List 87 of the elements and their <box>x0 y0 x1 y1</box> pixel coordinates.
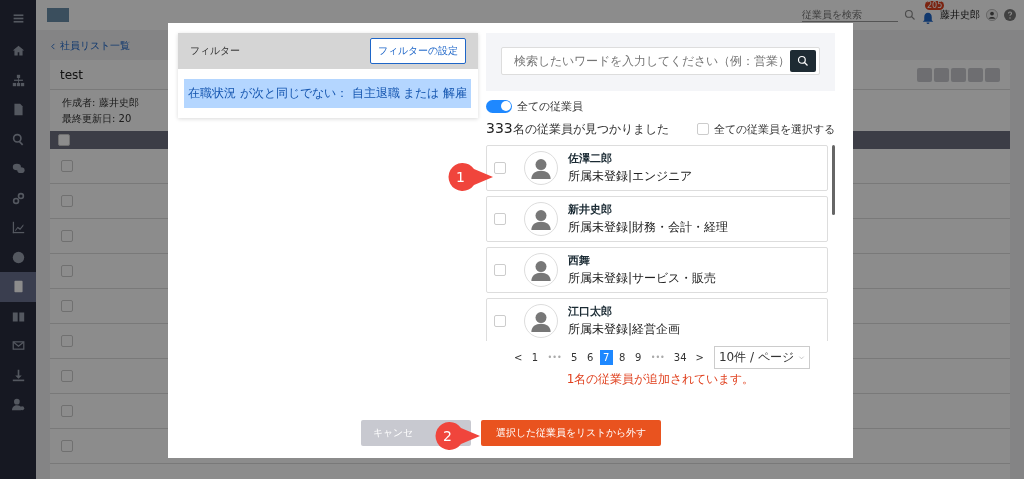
checkbox[interactable] <box>61 195 73 207</box>
page-button[interactable]: 5 <box>567 349 581 365</box>
page-button[interactable]: 1 <box>528 349 542 365</box>
envelope-icon <box>11 339 25 353</box>
scrollbar <box>832 145 835 215</box>
user-name: 藤井史郎 <box>940 8 980 22</box>
employee-card[interactable]: 西舞 所属未登録|サービス・販売 <box>486 247 828 293</box>
employee-department: 所属未登録|財務・会計・経理 <box>568 219 729 236</box>
page-size-label: 10件 / ページ <box>718 348 794 366</box>
user-gear-icon <box>11 398 25 412</box>
checkbox[interactable] <box>61 335 73 347</box>
sitemap-icon <box>11 73 25 87</box>
checkbox[interactable] <box>61 230 73 242</box>
employee-department: 所属未登録|経営企画 <box>568 321 681 338</box>
checkbox[interactable] <box>697 123 709 135</box>
toolbar-button[interactable] <box>951 67 966 82</box>
checkbox[interactable] <box>494 213 506 225</box>
chevron-left-icon[interactable] <box>50 42 57 50</box>
employee-card[interactable]: 江口太郎 所属未登録|経営企画 <box>486 298 828 341</box>
chart-icon <box>11 221 25 235</box>
search-icon <box>797 55 809 67</box>
search-icon[interactable] <box>904 9 916 21</box>
chat-icon <box>11 162 25 176</box>
search-field[interactable]: 従業員を検索 <box>802 8 898 22</box>
toggle-switch[interactable] <box>486 99 512 113</box>
toolbar-button[interactable] <box>968 67 983 82</box>
remove-selected-button[interactable]: 選択した従業員をリストから外す <box>480 420 661 446</box>
filter-title: フィルター <box>190 44 240 58</box>
checkbox[interactable] <box>494 315 506 327</box>
book-icon <box>11 309 25 323</box>
employee-card[interactable]: 佐澤二郎 所属未登録|エンジニア <box>486 145 828 191</box>
search-button[interactable] <box>790 50 816 72</box>
help-icon[interactable] <box>1004 9 1016 21</box>
previous-page-button[interactable]: < <box>511 349 526 365</box>
next-page-button[interactable]: > <box>692 349 707 365</box>
employee-department: 所属未登録|エンジニア <box>568 168 693 185</box>
page-button[interactable]: 34 <box>670 349 690 365</box>
checkbox[interactable] <box>61 160 73 172</box>
person-silhouette-icon <box>530 310 552 332</box>
filter-settings-button[interactable]: フィルターの設定 <box>370 38 466 64</box>
employee-name: 西舞 <box>568 253 591 268</box>
menu-icon[interactable] <box>11 11 25 25</box>
checkbox[interactable] <box>61 300 73 312</box>
search-icon <box>11 132 25 146</box>
download-icon <box>11 368 25 382</box>
callout-marker: 2 <box>434 421 480 451</box>
notice-text: 1名の従業員が追加されています。 <box>565 371 756 388</box>
filter-tag: 在職状況 が次と同じでない： 自主退職 または 解雇 <box>184 79 472 108</box>
caret-icon <box>797 353 805 361</box>
checkbox[interactable] <box>61 440 73 452</box>
select-all-label: 全ての従業員を選択する <box>714 121 835 137</box>
updated-text: 最終更新日: 20 <box>62 112 132 126</box>
checkbox[interactable] <box>494 264 506 276</box>
employee-name: 佐澤二郎 <box>568 151 613 166</box>
checkbox[interactable] <box>61 405 73 417</box>
result-count: 333 <box>486 120 513 136</box>
person-silhouette-icon <box>530 259 552 281</box>
toolbar-button[interactable] <box>917 67 932 82</box>
employee-name: 江口太郎 <box>568 304 613 319</box>
employee-name: 新井史郎 <box>568 202 613 217</box>
toggle-label: 全ての従業員 <box>517 98 583 114</box>
checkbox[interactable] <box>58 134 70 146</box>
document-icon <box>11 103 25 117</box>
card-title: test <box>60 67 84 82</box>
employee-department: 所属未登録|サービス・販売 <box>568 270 717 287</box>
callout-marker: 1 <box>447 162 493 192</box>
page-button[interactable]: 8 <box>615 349 629 365</box>
checkbox[interactable] <box>494 162 506 174</box>
page-button[interactable]: 9 <box>631 349 645 365</box>
page-size-select[interactable]: 10件 / ページ <box>713 345 810 369</box>
avatar-icon[interactable] <box>986 9 998 21</box>
home-icon <box>11 44 25 58</box>
toolbar-button[interactable] <box>985 67 1000 82</box>
pagination-ellipsis: ••• <box>649 352 666 362</box>
bell-icon[interactable] <box>922 12 934 24</box>
pagination-ellipsis: ••• <box>546 352 563 362</box>
author-text: 作成者: 藤井史郎 <box>62 96 139 110</box>
notification-badge: 205 <box>925 1 945 10</box>
result-text: 名の従業員が見つかりました <box>512 121 669 138</box>
toolbar-button[interactable] <box>934 67 949 82</box>
person-silhouette-icon <box>530 208 552 230</box>
page-button[interactable]: 6 <box>583 349 597 365</box>
checkbox[interactable] <box>61 370 73 382</box>
employee-card[interactable]: 新井史郎 所属未登録|財務・会計・経理 <box>486 196 828 242</box>
sidebar-item[interactable] <box>0 272 36 302</box>
checkbox[interactable] <box>61 265 73 277</box>
person-silhouette-icon <box>530 157 552 179</box>
